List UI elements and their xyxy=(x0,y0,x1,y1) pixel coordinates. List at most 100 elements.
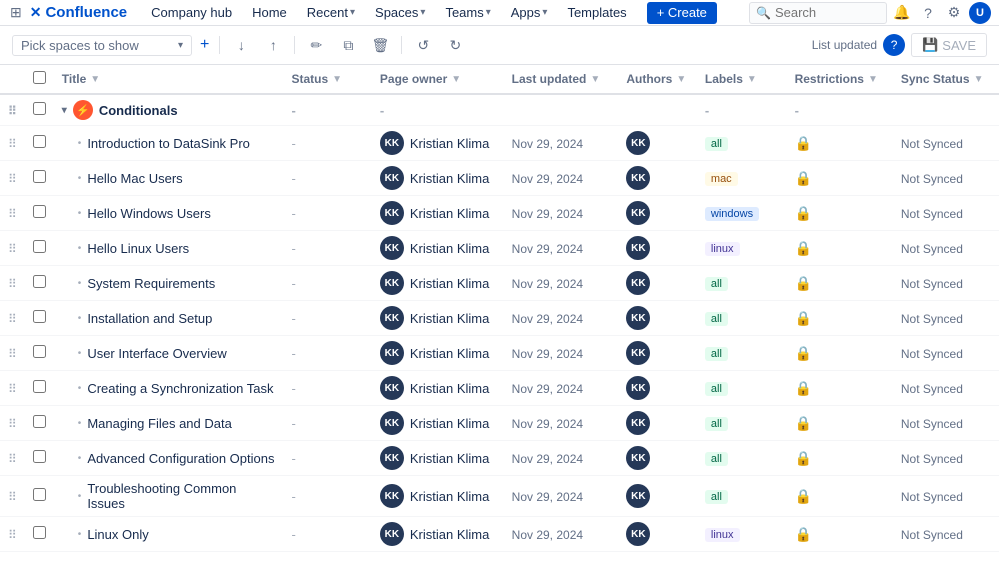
nav-apps[interactable]: Apps ▾ xyxy=(501,0,558,26)
add-space-button[interactable]: + xyxy=(198,36,211,54)
save-button[interactable]: 💾 SAVE xyxy=(911,33,987,57)
nav-teams[interactable]: Teams ▾ xyxy=(435,0,500,26)
row-drag-handle[interactable]: ⠿ xyxy=(0,301,25,336)
row-labels-cell: all xyxy=(697,266,787,301)
page-title-link[interactable]: Linux Only xyxy=(87,527,148,542)
updated-date: Nov 29, 2024 xyxy=(512,382,583,396)
grid-icon[interactable]: ⊞ xyxy=(8,4,24,21)
row-checkbox[interactable] xyxy=(33,205,46,218)
confluence-logo[interactable]: ✕ Confluence xyxy=(30,4,127,21)
authors-sort[interactable]: Authors ▼ xyxy=(626,72,689,86)
row-sync-cell: Not Synced xyxy=(893,406,999,441)
row-drag-handle[interactable]: ⠿ xyxy=(0,94,25,126)
row-checkbox[interactable] xyxy=(33,170,46,183)
search-input[interactable] xyxy=(775,5,880,20)
owner-filter-icon[interactable]: ▼ xyxy=(451,74,461,85)
row-drag-handle[interactable]: ⠿ xyxy=(0,231,25,266)
restrictions-filter-icon[interactable]: ▼ xyxy=(868,74,878,85)
nav-recent[interactable]: Recent ▾ xyxy=(297,0,365,26)
page-title-link[interactable]: Hello Linux Users xyxy=(87,241,189,256)
row-checkbox[interactable] xyxy=(33,310,46,323)
row-checkbox[interactable] xyxy=(33,240,46,253)
status-filter-icon[interactable]: ▼ xyxy=(332,74,342,85)
row-drag-handle[interactable]: ⠿ xyxy=(0,196,25,231)
restrictions-sort[interactable]: Restrictions ▼ xyxy=(795,72,885,86)
sync-filter-icon[interactable]: ▼ xyxy=(974,74,984,85)
nav-templates[interactable]: Templates xyxy=(557,0,636,26)
status-value: - xyxy=(291,206,295,221)
owner-avatar: KK xyxy=(380,201,404,225)
help-button[interactable]: ? xyxy=(917,2,939,24)
row-status-cell: - xyxy=(283,336,371,371)
row-checkbox[interactable] xyxy=(33,102,46,115)
row-checkbox[interactable] xyxy=(33,450,46,463)
labels-sort[interactable]: Labels ▼ xyxy=(705,72,779,86)
nav-spaces[interactable]: Spaces ▾ xyxy=(365,0,435,26)
expand-button[interactable]: ▾ xyxy=(62,105,67,116)
page-title-link[interactable]: Hello Mac Users xyxy=(87,171,182,186)
page-title-link[interactable]: Troubleshooting Common Issues xyxy=(87,481,275,511)
title-filter-icon[interactable]: ▼ xyxy=(90,74,100,85)
inline-help-button[interactable]: ? xyxy=(883,34,905,56)
row-restrictions-cell: 🔒 xyxy=(787,517,893,552)
page-title-link[interactable]: Creating a Synchronization Task xyxy=(87,381,273,396)
row-drag-handle[interactable]: ⠿ xyxy=(0,161,25,196)
lock-icon: 🔒 xyxy=(795,205,812,221)
nav-home[interactable]: Home xyxy=(242,0,297,26)
create-button[interactable]: + Create xyxy=(647,2,717,24)
page-title-link[interactable]: Hello Windows Users xyxy=(87,206,211,221)
row-drag-handle[interactable]: ⠿ xyxy=(0,371,25,406)
row-drag-handle[interactable]: ⠿ xyxy=(0,406,25,441)
row-checkbox-cell xyxy=(25,517,54,552)
sync-status-value: Not Synced xyxy=(901,312,963,326)
page-title-link[interactable]: Conditionals xyxy=(99,103,178,118)
row-checkbox[interactable] xyxy=(33,380,46,393)
page-title-link[interactable]: Advanced Configuration Options xyxy=(87,451,274,466)
notifications-button[interactable]: 🔔 xyxy=(891,2,913,24)
row-checkbox[interactable] xyxy=(33,135,46,148)
updated-sort[interactable]: Last updated ▼ xyxy=(512,72,611,86)
page-title-link[interactable]: Managing Files and Data xyxy=(87,416,232,431)
redo-button[interactable]: ↻ xyxy=(442,32,468,58)
copy-button[interactable]: ⧉ xyxy=(335,32,361,58)
recent-chevron: ▾ xyxy=(350,7,355,18)
row-checkbox[interactable] xyxy=(33,415,46,428)
row-drag-handle[interactable]: ⠿ xyxy=(0,266,25,301)
space-picker[interactable]: Pick spaces to show ▾ xyxy=(12,35,192,56)
author-avatar: KK xyxy=(626,522,650,546)
authors-filter-icon[interactable]: ▼ xyxy=(676,74,686,85)
status-sort[interactable]: Status ▼ xyxy=(291,72,363,86)
title-sort[interactable]: Title ▼ xyxy=(62,72,276,86)
sync-sort[interactable]: Sync Status ▼ xyxy=(901,72,991,86)
row-drag-handle[interactable]: ⠿ xyxy=(0,126,25,161)
row-checkbox[interactable] xyxy=(33,345,46,358)
page-title-link[interactable]: Introduction to DataSink Pro xyxy=(87,136,250,151)
row-labels-cell: all xyxy=(697,476,787,517)
row-checkbox[interactable] xyxy=(33,488,46,501)
row-status-cell: - xyxy=(283,301,371,336)
row-drag-handle[interactable]: ⠿ xyxy=(0,441,25,476)
move-down-button[interactable]: ↓ xyxy=(228,32,254,58)
row-drag-handle[interactable]: ⠿ xyxy=(0,517,25,552)
select-all-checkbox[interactable] xyxy=(33,71,46,84)
updated-date: Nov 29, 2024 xyxy=(512,452,583,466)
owner-sort[interactable]: Page owner ▼ xyxy=(380,72,496,86)
updated-filter-icon[interactable]: ▼ xyxy=(590,74,600,85)
edit-button[interactable]: ✏ xyxy=(303,32,329,58)
page-title-link[interactable]: User Interface Overview xyxy=(87,346,226,361)
delete-button[interactable]: 🗑 xyxy=(367,32,393,58)
page-title-link[interactable]: Installation and Setup xyxy=(87,311,212,326)
row-drag-handle[interactable]: ⠿ xyxy=(0,336,25,371)
page-title-link[interactable]: System Requirements xyxy=(87,276,215,291)
undo-button[interactable]: ↺ xyxy=(410,32,436,58)
labels-filter-icon[interactable]: ▼ xyxy=(747,74,757,85)
row-drag-handle[interactable]: ⠿ xyxy=(0,476,25,517)
settings-button[interactable]: ⚙ xyxy=(943,2,965,24)
search-box[interactable]: 🔍 xyxy=(749,2,887,24)
move-up-button[interactable]: ↑ xyxy=(260,32,286,58)
user-avatar[interactable]: U xyxy=(969,2,991,24)
row-checkbox[interactable] xyxy=(33,275,46,288)
row-checkbox[interactable] xyxy=(33,526,46,539)
row-owner-cell: KK Kristian Klima xyxy=(372,476,504,517)
nav-company-hub[interactable]: Company hub xyxy=(141,0,242,26)
